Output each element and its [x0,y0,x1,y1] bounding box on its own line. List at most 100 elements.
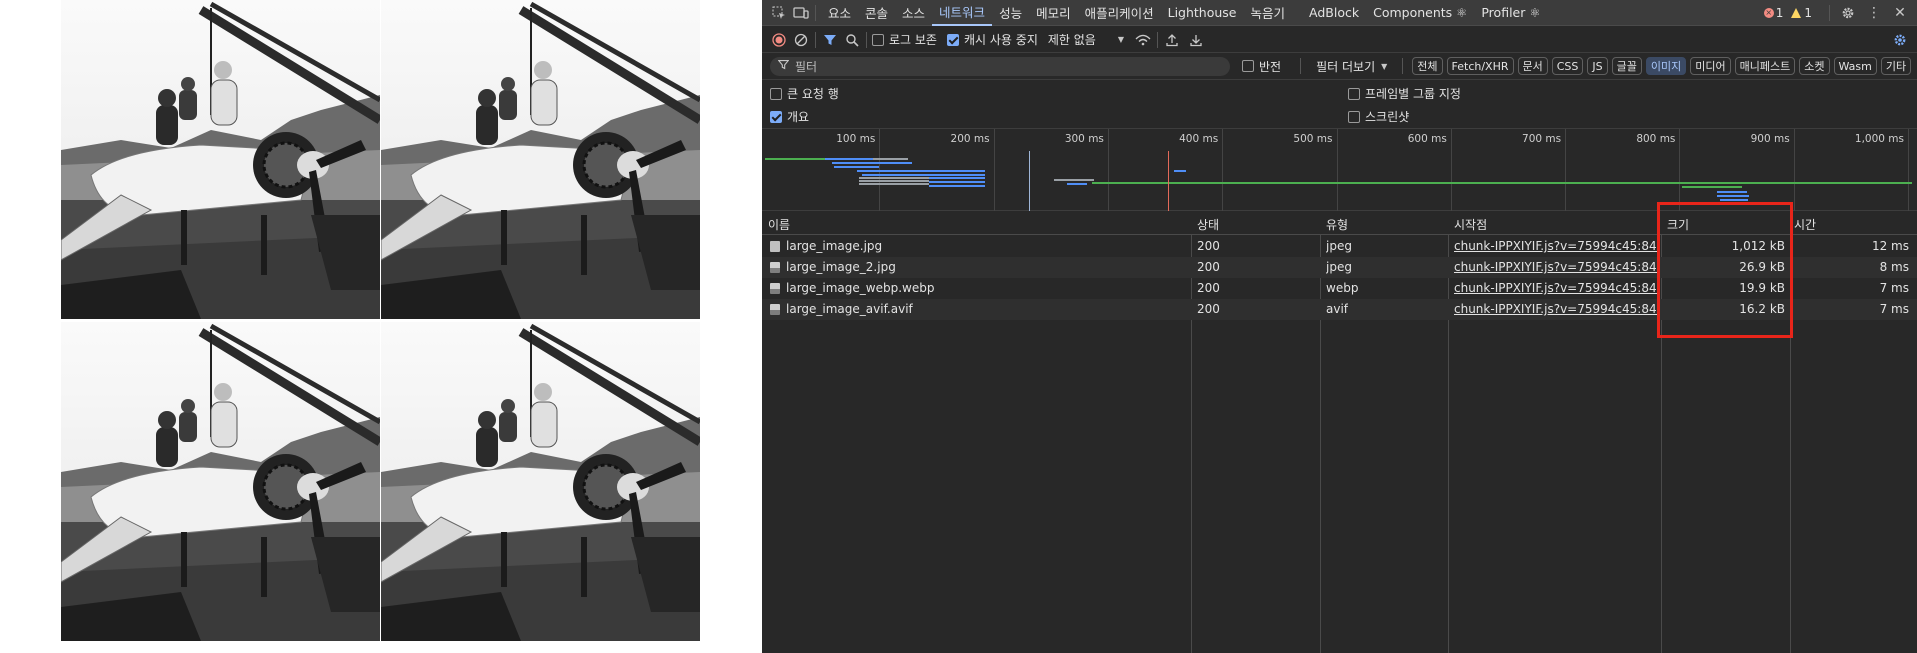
request-status: 200 [1197,302,1220,316]
airplane-photo [381,0,700,319]
tab-2[interactable]: 소스 [895,0,932,26]
request-type: jpeg [1326,239,1352,253]
devtools-tab-bar: 요소 콘솔 소스 네트워크 성능 메모리 애플리케이션 Lighthouse 녹음기 AdBloc… [762,0,1917,26]
more-options-icon[interactable]: ⋮ [1865,4,1883,22]
table-row[interactable]: large_image_avif.avif 200 avif chunk-IPPXIY… [762,299,1917,320]
overview-bar [873,158,908,160]
devtools-tabs: 요소 콘솔 소스 네트워크 성능 메모리 애플리케이션 Lighthouse 녹음기 AdBloc… [821,0,1548,26]
request-time: 7 ms [1879,302,1909,316]
column-header-time[interactable]: 시간 [1794,216,1816,233]
overview-bar [1054,179,1094,181]
overview-gridline [993,129,995,211]
overview-tick-label: 500 ms [1293,133,1333,145]
screenshots-checkbox[interactable]: 스크린샷 [1348,108,1409,125]
table-header: 이름 상태 유형 시작점 크기 시간 [762,211,1917,235]
clear-icon[interactable] [792,31,810,49]
type-filter-chip[interactable]: 소켓 [1799,57,1830,75]
tab-9[interactable]: AdBlock [1302,0,1366,26]
warning-icon [1791,7,1802,18]
tab-5[interactable]: 메모리 [1029,0,1078,26]
export-har-icon[interactable] [1187,31,1205,49]
request-time: 8 ms [1879,260,1909,274]
overview-checkbox[interactable]: 개요 [770,108,809,125]
overview-bar [929,185,985,187]
type-filter-chip[interactable]: 매니페스트 [1734,57,1796,75]
network-options: 큰 요청 행 프레임별 그룹 지정 개요 스크린샷 [762,80,1917,129]
request-name: large_image_avif.avif [786,302,913,316]
type-filter-chip[interactable]: 미디어 [1690,57,1731,75]
airplane-photo [381,322,700,641]
request-name: large_image_webp.webp [786,281,935,295]
filter-bar: 필터 반전 필터 더보기 ▼ 전체 Fetch/XHR 문서 CSS JS 글꼴 이미지 미디… [762,53,1917,80]
chevron-down-icon: ▼ [1117,35,1124,44]
request-initiator-link[interactable]: chunk-IPPXIYIF.js?v=75994c45:845 [1454,239,1658,253]
network-settings-gear-icon[interactable] [1891,31,1909,49]
type-filter-chip[interactable]: 전체 [1412,57,1443,75]
tab-8[interactable]: 녹음기 [1244,0,1293,26]
throttling-value: 제한 없음 [1047,33,1096,47]
tab-7[interactable]: Lighthouse [1161,0,1244,26]
request-initiator-link[interactable]: chunk-IPPXIYIF.js?v=75994c45:845 [1454,302,1658,316]
disable-cache-label: 캐시 사용 중지 [963,33,1038,47]
type-filter-chip[interactable]: 기타 [1880,57,1912,75]
airplane-photo [61,322,380,641]
tab-10[interactable]: Components ⚛ [1366,0,1474,26]
device-toolbar-icon[interactable] [792,4,810,22]
column-header-initiator[interactable]: 시작점 [1454,216,1487,233]
inspect-element-icon[interactable] [770,4,788,22]
tab-3[interactable]: 네트워크 [932,0,993,26]
checkbox-icon [1348,87,1360,100]
big-request-rows-checkbox[interactable]: 큰 요청 행 [770,85,839,102]
record-stop-icon[interactable] [770,31,788,49]
request-initiator-link[interactable]: chunk-IPPXIYIF.js?v=75994c45:845 [1454,260,1658,274]
column-header-size[interactable]: 크기 [1667,216,1689,233]
request-initiator-link[interactable]: chunk-IPPXIYIF.js?v=75994c45:845 [1454,281,1658,295]
table-row[interactable]: large_image.jpg 200 jpeg chunk-IPPXIYIF.js?… [762,236,1917,257]
type-filter-chip[interactable]: JS [1587,57,1608,75]
overview-tick-label: 400 ms [1179,133,1219,145]
close-devtools-icon[interactable]: ✕ [1891,4,1909,22]
table-row[interactable]: large_image_webp.webp 200 webp chunk-IPPXIY… [762,278,1917,299]
airplane-photo [61,0,380,319]
column-header-name[interactable]: 이름 [768,216,790,233]
checkbox-icon [770,87,782,100]
tab-6[interactable]: 애플리케이션 [1078,0,1161,26]
column-header-status[interactable]: 상태 [1197,216,1219,233]
overview-gridline [1908,129,1909,211]
type-filter-chip[interactable]: Fetch/XHR [1446,57,1514,75]
filter-input[interactable]: 필터 [770,56,1230,76]
network-conditions-icon[interactable] [1134,31,1152,49]
throttling-select[interactable]: 제한 없음 ▼ [1048,31,1124,48]
image-file-icon [770,262,780,273]
disable-cache-checkbox[interactable]: 캐시 사용 중지 [946,31,1038,48]
settings-gear-icon[interactable] [1839,4,1857,22]
group-by-frame-checkbox[interactable]: 프레임별 그룹 지정 [1348,85,1461,102]
tab-1[interactable]: 콘솔 [858,0,895,26]
warning-count: 1 [1804,5,1812,20]
preserve-log-checkbox[interactable]: 로그 보존 [872,31,937,48]
request-name: large_image.jpg [786,239,883,253]
more-filters-dropdown[interactable]: 필터 더보기 ▼ [1316,58,1387,75]
overview-gridline [1565,129,1567,211]
network-overview-timeline[interactable]: 100 ms 200 ms 300 ms 400 ms 500 ms 600 ms 700 … [762,129,1917,211]
type-filter-chip[interactable]: 문서 [1517,57,1548,75]
tab-11[interactable]: Profiler ⚛ [1474,0,1547,26]
overview-tick-label: 600 ms [1407,133,1447,145]
type-filter-chip[interactable]: Wasm [1833,57,1877,75]
overview-bar [1720,199,1748,201]
invert-checkbox[interactable]: 반전 [1242,58,1281,75]
filter-icon[interactable] [821,31,839,49]
table-row[interactable]: large_image_2.jpg 200 jpeg chunk-IPPXIYIF.j… [762,257,1917,278]
tab-0[interactable]: 요소 [821,0,858,26]
type-filter-chip[interactable]: 이미지 [1645,57,1687,75]
error-counter[interactable]: × 1 [1763,6,1783,20]
tab-4[interactable]: 성능 [992,0,1029,26]
request-time: 12 ms [1871,239,1909,253]
column-header-type[interactable]: 유형 [1326,216,1348,233]
warning-counter[interactable]: 1 [1791,6,1812,20]
overview-bar [862,174,985,176]
import-har-icon[interactable] [1163,31,1181,49]
type-filter-chip[interactable]: 글꼴 [1611,57,1642,75]
search-icon[interactable] [843,31,861,49]
type-filter-chip[interactable]: CSS [1551,57,1584,75]
